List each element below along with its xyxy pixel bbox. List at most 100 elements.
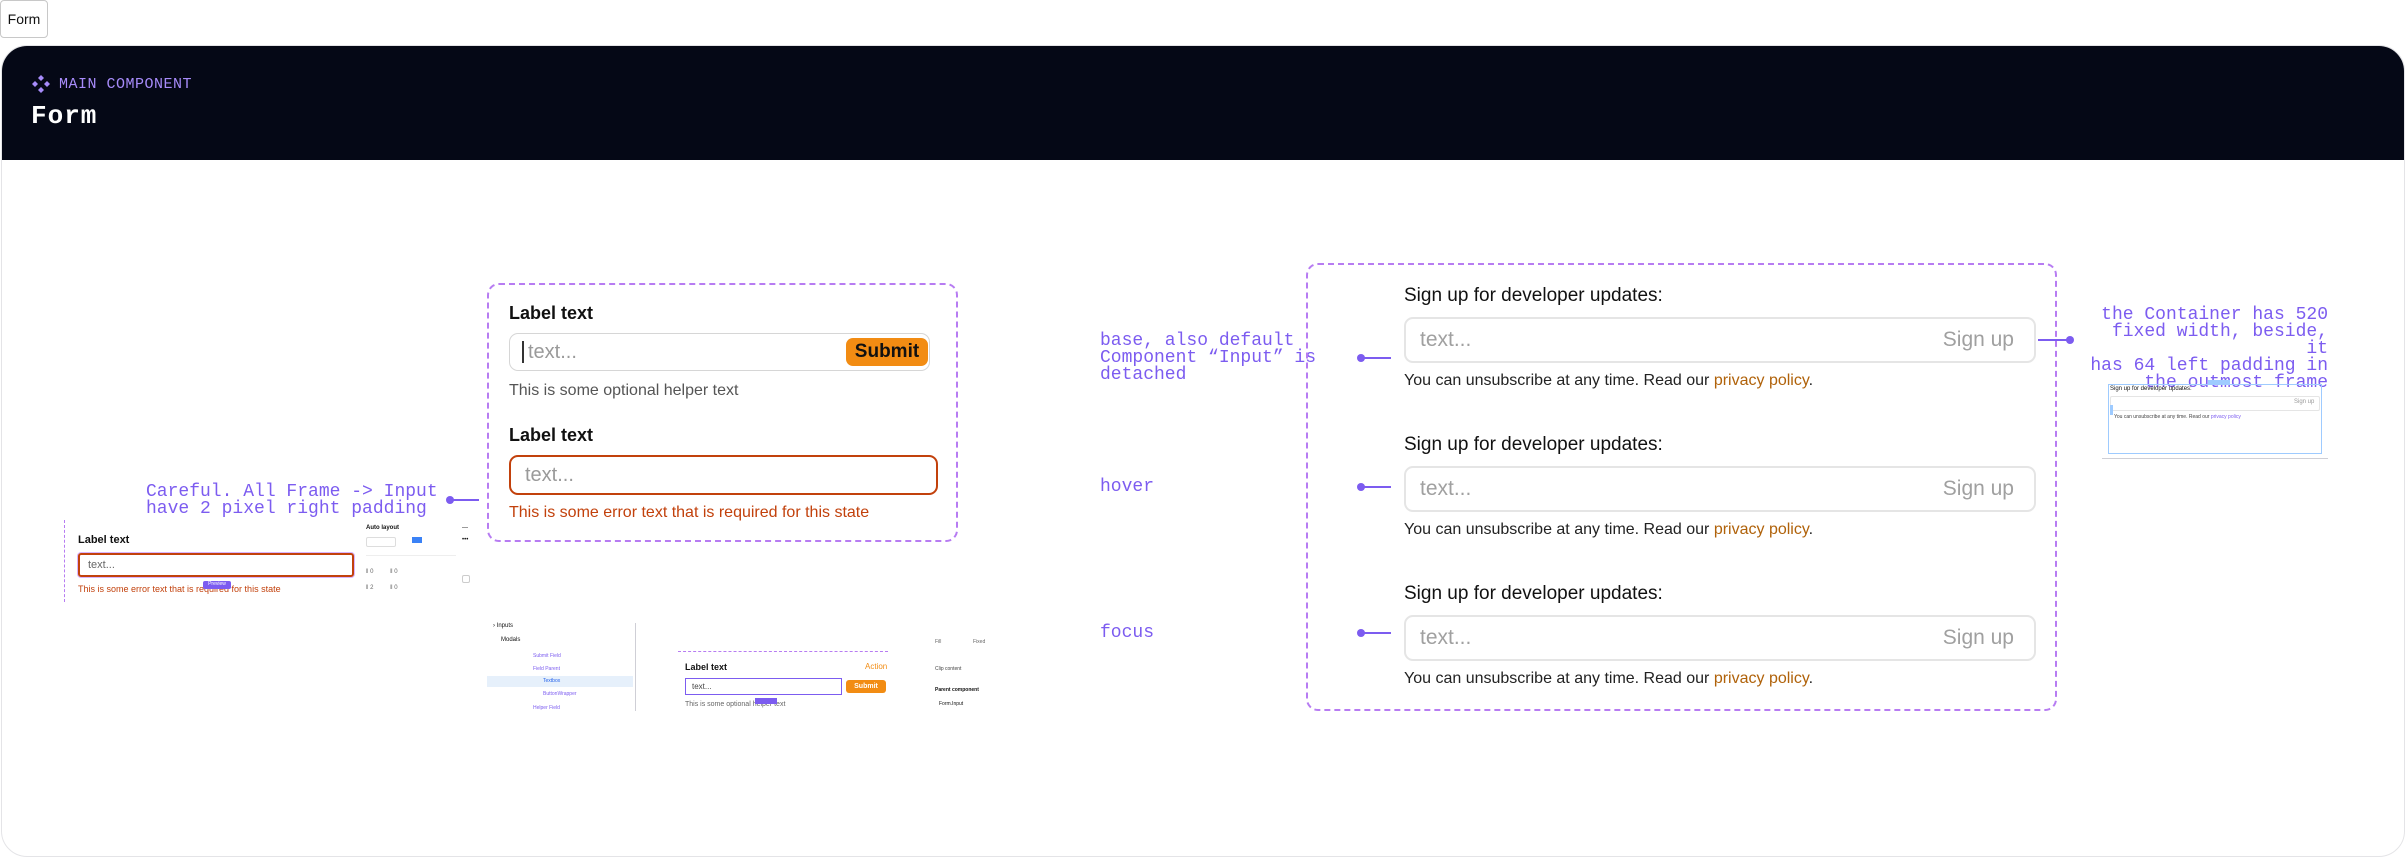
thumb-mid-layer-4: Textbox — [543, 678, 561, 684]
thumb-mid-layer-2: Submit Field — [533, 653, 561, 659]
thumb-mid-layer-1: Modals — [501, 637, 521, 643]
signup-card: Sign up for developer updates: text... S… — [1306, 263, 2057, 711]
thumb-mid-layer-0: › Inputs — [493, 623, 514, 629]
signup-foot-focus-text: You can unsubscribe at any time. Read ou… — [1404, 670, 1714, 687]
thumb-mid-prop-1: Fixed — [973, 639, 986, 645]
thumb-mid-divider — [635, 623, 636, 711]
hero-header: MAIN COMPONENT Form — [2, 46, 2404, 160]
thumb-left: Label text text... This is some error te… — [64, 520, 478, 602]
thumb-left-panel-title: Auto layout — [366, 525, 399, 531]
thumb-right-foot-text: You can unsubscribe at any time. Read ou… — [2114, 414, 2211, 420]
thumb-mid: › Inputs Modals Submit Field Field Paren… — [487, 619, 1017, 711]
thumb-left-panel-pad1: ‖ 0 ‖ 0 — [366, 569, 398, 575]
thumb-mid-submit: Submit — [846, 680, 886, 693]
right-note-line2: fixed width, beside, it — [2111, 322, 2328, 359]
thumb-mid-guide — [678, 651, 888, 652]
note-base: base, also default Component “Input” is … — [1100, 332, 1316, 385]
form-input-1-placeholder: text... — [528, 340, 577, 363]
signup-foot-hover: You can unsubscribe at any time. Read ou… — [1404, 521, 1813, 539]
thumb-mid-badge — [755, 698, 777, 704]
thumb-left-badge: Preview — [203, 581, 231, 589]
note-hover: hover — [1100, 477, 1155, 497]
thumb-left-panel-align — [412, 537, 422, 543]
form-input-error-placeholder: text... — [525, 463, 574, 486]
signup-foot-base-end: . — [1808, 372, 1814, 389]
thumb-right-title: Sign up for developer updates: — [2110, 386, 2192, 392]
thumb-mid-layer-5: ButtonWrapper — [543, 691, 577, 697]
thumb-mid-prop-3: Parent component — [935, 687, 979, 693]
form-input-error[interactable]: text... — [509, 455, 938, 495]
note-focus: focus — [1100, 623, 1155, 643]
thumb-mid-layers: › Inputs Modals Submit Field Field Paren… — [487, 619, 635, 711]
signup-foot-base-text: You can unsubscribe at any time. Read ou… — [1404, 372, 1714, 389]
signup-button-hover[interactable]: Sign up — [1943, 477, 2014, 501]
thumb-left-label: Label text — [78, 534, 130, 546]
thumb-left-input: text... — [78, 553, 354, 577]
thumb-mid-prop-2: Clip content — [935, 666, 962, 672]
thumb-right-foot: You can unsubscribe at any time. Read ou… — [2114, 414, 2241, 420]
page-tab-form[interactable]: Form — [0, 0, 48, 38]
signup-button-focus[interactable]: Sign up — [1943, 626, 2014, 650]
thumb-mid-layer-3: Field Parent — [533, 666, 560, 672]
signup-placeholder-hover: text... — [1420, 477, 1472, 500]
thumb-right: Sign up for developer updates: Sign up Y… — [2102, 378, 2328, 460]
thumb-left-panel-minus: — — [462, 525, 468, 531]
text-caret — [522, 341, 524, 363]
note-base-line3: detached — [1100, 365, 1187, 385]
thumb-mid-input: text... — [685, 678, 842, 695]
left-note-line2: have 2 pixel right padding — [146, 499, 427, 519]
signup-placeholder-focus: text... — [1420, 626, 1472, 649]
form-error-text: This is some error text that is required… — [509, 504, 870, 521]
submit-button[interactable]: Submit — [846, 338, 928, 366]
signup-placeholder-base: text... — [1420, 328, 1472, 351]
privacy-link-base[interactable]: privacy policy — [1714, 372, 1809, 389]
thumb-left-panel: Auto layout — ••• ‖ 0 ‖ 0 ‖ 2 ‖ 0 — [364, 523, 474, 601]
form-card: Label text text... Submit This is some o… — [487, 283, 958, 542]
component-icon — [32, 75, 50, 93]
thumb-left-panel-more: ••• — [462, 537, 469, 543]
thumb-mid-label: Label text — [685, 662, 728, 672]
thumb-left-placeholder: text... — [88, 559, 115, 571]
thumb-mid-submit-label: Submit — [854, 683, 878, 690]
left-note-connector — [446, 496, 479, 504]
thumb-mid-layer-6: Helper Field — [533, 705, 560, 711]
thumb-mid-prop-4: Form.Input — [939, 701, 964, 707]
thumb-mid-prop-0: Fill — [935, 639, 942, 645]
thumb-left-panel-toggle — [462, 575, 470, 583]
left-note: Careful. All Frame -> Input have 2 pixel… — [146, 483, 438, 519]
page-title: Form — [31, 101, 98, 131]
hero-kicker: MAIN COMPONENT — [31, 74, 192, 94]
thumb-mid-props: Fill Fixed Clip content Parent component… — [929, 619, 1017, 711]
signup-input-hover[interactable]: text... Sign up — [1404, 466, 2036, 512]
signup-title-hover: Sign up for developer updates: — [1404, 434, 1663, 455]
thumb-mid-layer-0-text: Inputs — [496, 623, 514, 629]
thumb-left-guide — [64, 520, 65, 602]
signup-title-focus: Sign up for developer updates: — [1404, 583, 1663, 604]
form-helper-text: This is some optional helper text — [509, 382, 739, 399]
thumb-left-panel-divider — [366, 555, 456, 556]
signup-foot-base: You can unsubscribe at any time. Read ou… — [1404, 372, 1813, 390]
signup-input-focus[interactable]: text... Sign up — [1404, 615, 2036, 661]
signup-foot-focus-end: . — [1808, 670, 1814, 687]
signup-foot-focus: You can unsubscribe at any time. Read ou… — [1404, 670, 1813, 688]
signup-title-base: Sign up for developer updates: — [1404, 285, 1663, 306]
thumb-left-panel-dir — [366, 537, 396, 547]
page-tab-label: Form — [7, 11, 41, 27]
privacy-link-hover[interactable]: privacy policy — [1714, 521, 1809, 538]
thumb-right-width-badge — [2208, 380, 2230, 385]
submit-button-label: Submit — [854, 341, 920, 362]
form-label-2: Label text — [509, 425, 594, 445]
signup-input-base[interactable]: text... Sign up — [1404, 317, 2036, 363]
form-label-1: Label text — [509, 303, 594, 323]
thumb-right-input — [2110, 396, 2320, 411]
thumb-mid-placeholder: text... — [692, 682, 712, 691]
thumb-mid-action: Action — [865, 662, 888, 671]
hero-kicker-text: MAIN COMPONENT — [59, 75, 193, 93]
privacy-link-focus[interactable]: privacy policy — [1714, 670, 1809, 687]
thumb-right-link: privacy policy — [2210, 414, 2241, 420]
thumb-right-padding-marker — [2110, 405, 2113, 415]
thumb-right-button: Sign up — [2294, 399, 2315, 405]
signup-foot-hover-end: . — [1808, 521, 1814, 538]
signup-button-base[interactable]: Sign up — [1943, 328, 2014, 352]
signup-foot-hover-text: You can unsubscribe at any time. Read ou… — [1404, 521, 1714, 538]
